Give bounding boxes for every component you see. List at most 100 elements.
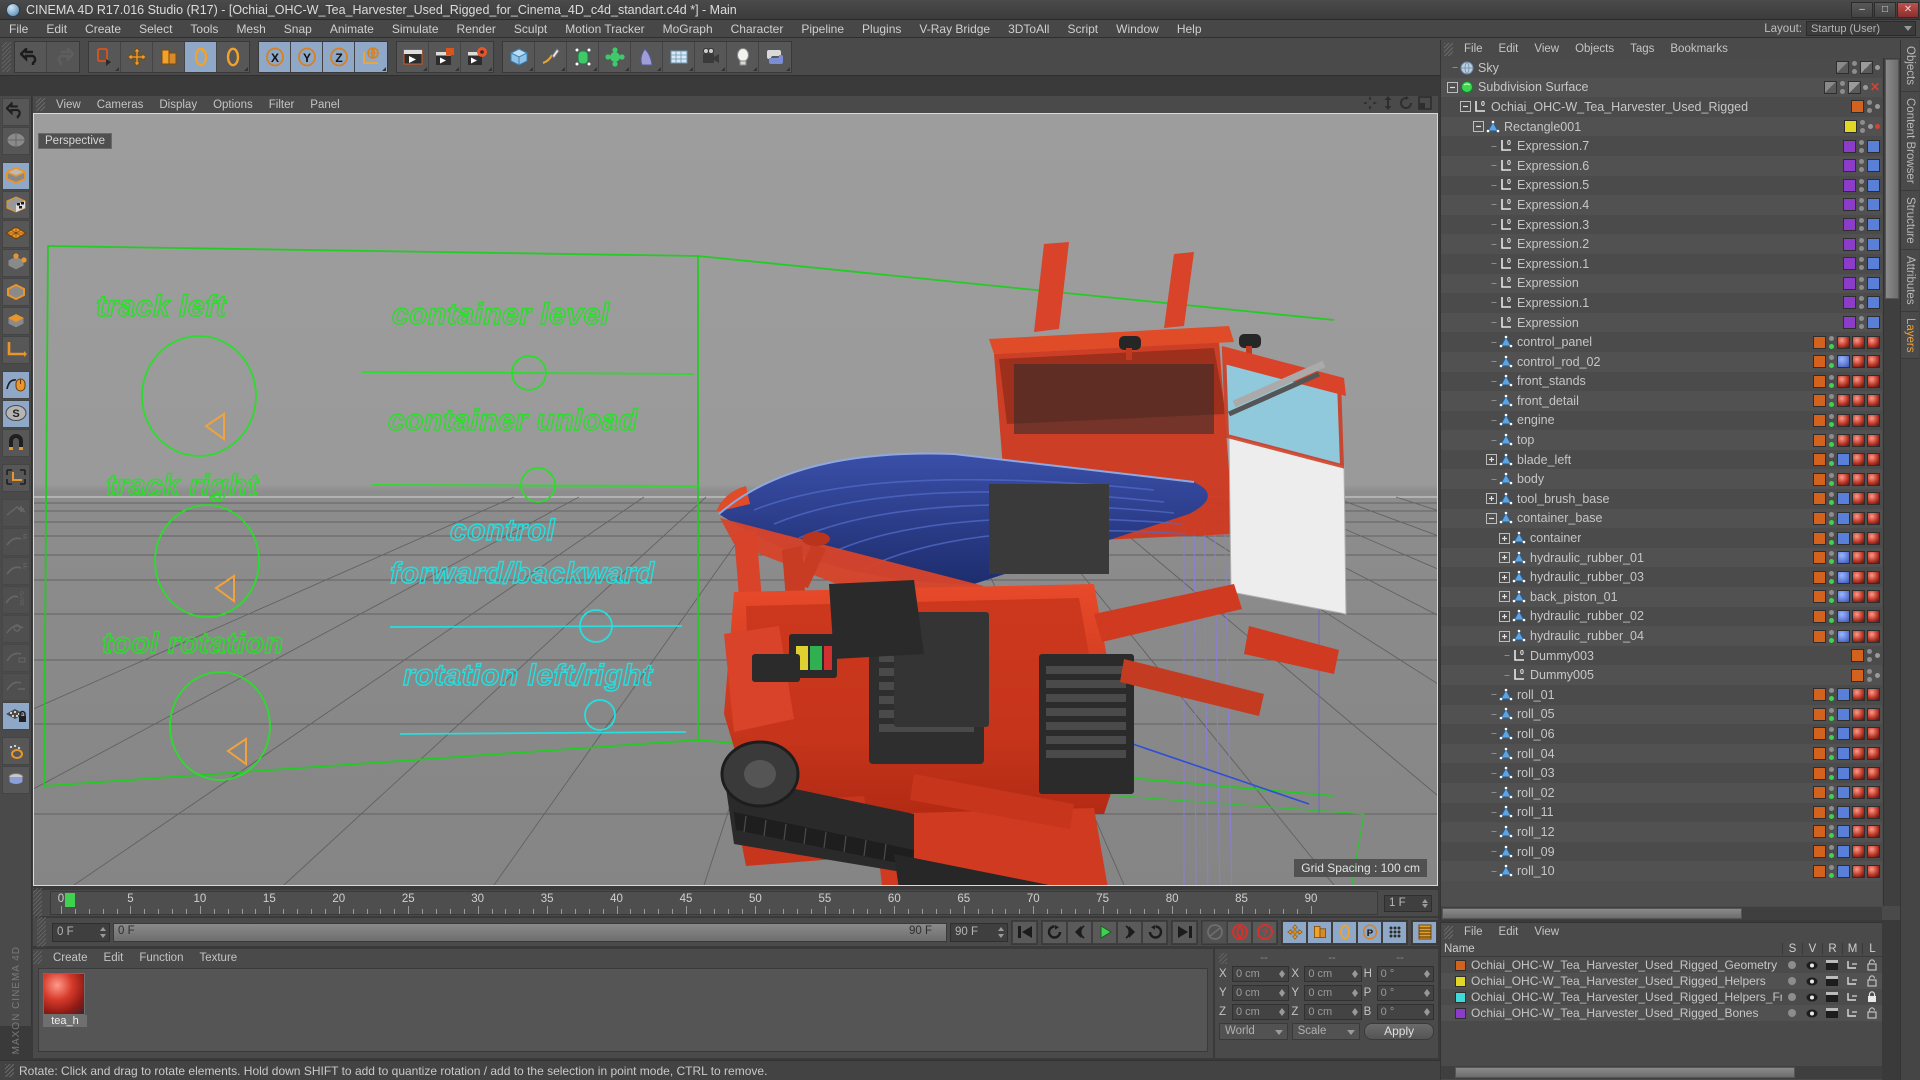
viewport-menu-cameras[interactable]: Cameras: [89, 99, 152, 111]
render-visibility-dot[interactable]: [1867, 676, 1872, 682]
menu-character[interactable]: Character: [722, 20, 793, 38]
texture-tag-icon[interactable]: [1852, 609, 1865, 623]
menu-3dtoall[interactable]: 3DToAll: [999, 20, 1058, 38]
object-row[interactable]: 0 Expression.3: [1441, 214, 1882, 235]
editor-visibility-dot[interactable]: [1829, 492, 1834, 498]
render-visibility-dot[interactable]: [1829, 539, 1834, 545]
object-row[interactable]: container_base: [1441, 508, 1882, 529]
object-row[interactable]: 0 Expression.1: [1441, 293, 1882, 313]
menu-select[interactable]: Select: [130, 20, 181, 38]
quantize-button[interactable]: [1, 499, 30, 527]
object-row[interactable]: 0 Expression.6: [1441, 155, 1882, 176]
status-dot[interactable]: [1875, 104, 1880, 110]
texture-tag-icon[interactable]: [1852, 727, 1865, 741]
visibility-dots[interactable]: [1828, 335, 1835, 349]
coord-field-size-y[interactable]: 0 cm: [1304, 985, 1362, 1001]
object-row[interactable]: roll_12: [1441, 822, 1882, 842]
timeline-toggle-button[interactable]: [1412, 920, 1437, 944]
layer-color-swatch[interactable]: [1813, 492, 1826, 506]
render-visibility-dot[interactable]: [1829, 833, 1834, 839]
coord-field-rotation-h[interactable]: 0 °: [1376, 966, 1434, 982]
texture-tag-icon[interactable]: [1837, 394, 1850, 408]
visibility-dots[interactable]: [1828, 864, 1835, 878]
status-dot[interactable]: [1862, 84, 1868, 90]
layer-color-swatch[interactable]: [1813, 609, 1826, 623]
visibility-dots[interactable]: [1866, 100, 1873, 114]
menu-help[interactable]: Help: [1168, 20, 1211, 38]
render-visibility-dot[interactable]: [1867, 108, 1872, 114]
status-dot-red[interactable]: [1875, 124, 1880, 130]
visibility-dots[interactable]: [1828, 805, 1835, 819]
loop-button[interactable]: [1142, 920, 1167, 944]
editor-visibility-dot[interactable]: [1859, 296, 1864, 302]
move-tool-button[interactable]: [121, 41, 153, 72]
add-camera-button[interactable]: [695, 41, 727, 72]
edge-snap-button[interactable]: R: [1, 557, 30, 585]
material-menu-texture[interactable]: Texture: [191, 952, 245, 964]
render-visibility-dot[interactable]: [1859, 265, 1864, 271]
live-selection-button[interactable]: [89, 41, 121, 72]
visibility-dots[interactable]: [1828, 629, 1835, 643]
texture-tag-icon[interactable]: [1867, 786, 1880, 800]
render-visibility-dot[interactable]: [1829, 461, 1834, 467]
layer-color-swatch[interactable]: [1843, 316, 1856, 330]
texture-tag-icon[interactable]: [1852, 335, 1865, 349]
face-mode-button[interactable]: [1, 307, 30, 335]
object-row[interactable]: roll_09: [1441, 841, 1882, 862]
viewport-solo-button[interactable]: [1, 371, 30, 399]
layer-color-swatch[interactable]: [1813, 335, 1826, 349]
rotate-alt-button[interactable]: [217, 41, 249, 72]
enable-axis-button[interactable]: S: [1, 400, 30, 428]
visibility-dots[interactable]: [1828, 413, 1835, 427]
visibility-dots[interactable]: [1858, 178, 1865, 192]
texture-tag-icon[interactable]: [1852, 492, 1865, 506]
layer-visibility-toggle[interactable]: [1802, 961, 1822, 970]
editor-visibility-dot[interactable]: [1829, 472, 1834, 478]
add-spline-button[interactable]: [535, 41, 567, 72]
visibility-dots[interactable]: [1839, 80, 1846, 94]
menu-window[interactable]: Window: [1107, 20, 1168, 38]
delete-marker-icon[interactable]: ✕: [1870, 81, 1880, 93]
render-visibility-dot[interactable]: [1859, 324, 1864, 330]
editor-visibility-dot[interactable]: [1829, 335, 1834, 341]
tree-expander[interactable]: [1499, 571, 1512, 583]
scrollbar-thumb[interactable]: [1455, 1067, 1795, 1078]
texture-tag-icon[interactable]: [1867, 766, 1880, 780]
perspective-label[interactable]: Perspective: [38, 133, 113, 149]
layer-color-swatch[interactable]: [1843, 159, 1856, 173]
layer-color-swatch[interactable]: [1813, 845, 1826, 859]
layer-hscrollbar[interactable]: [1441, 1066, 1882, 1079]
expression-tag-icon[interactable]: [1867, 257, 1880, 271]
viewport-menu-filter[interactable]: Filter: [261, 99, 303, 111]
layer-color-swatch[interactable]: [1813, 551, 1826, 565]
object-row[interactable]: 0 Expression: [1441, 273, 1882, 294]
workplane-object-button[interactable]: [1, 766, 30, 794]
visibility-dots[interactable]: [1828, 511, 1835, 525]
layer-solo-toggle[interactable]: [1782, 1009, 1802, 1017]
layer-color-swatch[interactable]: [1851, 649, 1864, 663]
editor-visibility-dot[interactable]: [1829, 511, 1834, 517]
rig-tag-icon[interactable]: [1837, 551, 1850, 565]
texture-tag-icon[interactable]: [1852, 355, 1865, 369]
material-menu-function[interactable]: Function: [131, 952, 191, 964]
visibility-dots[interactable]: [1858, 257, 1865, 271]
texture-tag-icon[interactable]: [1867, 629, 1880, 643]
visibility-dots[interactable]: [1828, 472, 1835, 486]
editor-visibility-dot[interactable]: [1859, 237, 1864, 243]
visibility-dots[interactable]: [1866, 649, 1873, 663]
phong-tag-icon[interactable]: [1837, 511, 1850, 525]
expression-tag-icon[interactable]: [1867, 237, 1880, 251]
editor-visibility-dot[interactable]: [1829, 786, 1834, 792]
layer-lock-toggle[interactable]: [1862, 975, 1882, 987]
layer-color-swatch[interactable]: [1813, 747, 1826, 761]
layer-color-swatch[interactable]: [1455, 991, 1466, 1003]
menu-file[interactable]: File: [0, 20, 37, 38]
spline-snap-button[interactable]: [1, 615, 30, 643]
make-editable-button[interactable]: [1, 127, 30, 155]
editor-visibility-dot[interactable]: [1859, 198, 1864, 204]
render-visibility-dot[interactable]: [1829, 696, 1834, 702]
object-row[interactable]: top: [1441, 430, 1882, 450]
editor-visibility-dot[interactable]: [1852, 61, 1857, 67]
object-row[interactable]: front_detail: [1441, 391, 1882, 411]
rig-tag-icon[interactable]: [1837, 570, 1850, 584]
